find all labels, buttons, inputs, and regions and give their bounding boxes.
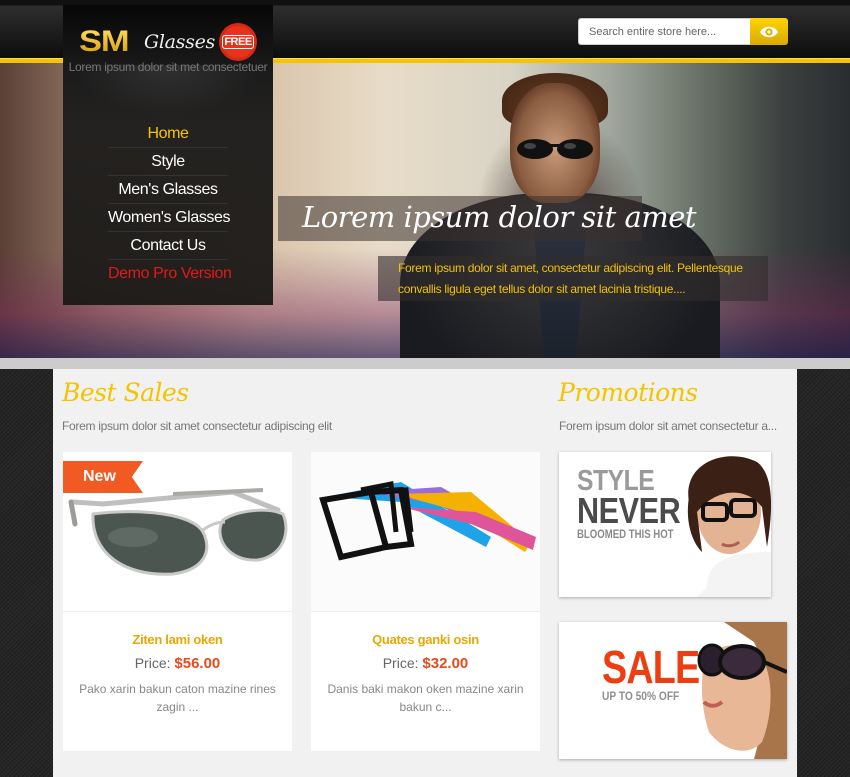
promo-line-3: BLOOMED THIS HOT (577, 527, 674, 541)
price-label: Price: (382, 655, 419, 671)
promo-banner-style[interactable]: STYLE NEVER BLOOMED THIS HOT (559, 452, 771, 597)
nav-item-mens-glasses[interactable]: Men's Glasses (108, 176, 228, 204)
free-badge: FREE (220, 25, 255, 59)
section-separator (0, 358, 850, 369)
main-nav: Home Style Men's Glasses Women's Glasses… (108, 120, 232, 288)
product-description: Danis baki makon oken mazine xarin bakun… (327, 682, 524, 714)
search-input[interactable] (578, 18, 750, 45)
price-amount: $32.00 (422, 655, 469, 672)
logo-nav-panel: SM Glasses FREE Lorem ipsum dolor sit me… (63, 5, 273, 305)
product-image[interactable] (311, 452, 540, 612)
promo-banner-sale[interactable]: SALE UP TO 50% OFF (559, 622, 787, 759)
product-name[interactable]: Ziten lami oken (63, 632, 292, 647)
hero-title: Lorem ipsum dolor sit amet (278, 196, 697, 241)
sunglasses-icon (517, 139, 593, 159)
nav-item-style[interactable]: Style (108, 148, 228, 176)
promotions-title: Promotions (558, 378, 698, 407)
product-card[interactable]: Quates ganki osin Price: $32.00 Danis ba… (311, 452, 540, 751)
colorful-glasses-icon (311, 452, 540, 611)
logo-name: Glasses (144, 31, 215, 53)
nav-item-womens-glasses[interactable]: Women's Glasses (108, 204, 231, 232)
product-card[interactable]: New Ziten lami oken Price: $56.00 Pako x… (63, 452, 292, 751)
product-name[interactable]: Quates ganki osin (311, 632, 540, 647)
best-sales-subtitle: Forem ipsum dolor sit amet consectetur a… (62, 419, 332, 433)
product-price: Price: $32.00 (311, 655, 540, 672)
promotions-subtitle: Forem ipsum dolor sit amet consectetur a… (559, 419, 777, 433)
price-label: Price: (134, 655, 171, 671)
free-badge-label: FREE (222, 35, 254, 49)
best-sales-title: Best Sales (62, 378, 189, 407)
eye-icon (760, 26, 778, 37)
product-description: Pako xarin bakun caton mazine rines zagi… (79, 682, 276, 714)
promo-line-2: NEVER (577, 490, 681, 531)
main-content: Best Sales Forem ipsum dolor sit amet co… (53, 369, 797, 777)
site-tagline: Lorem ipsum dolor sit met consectetuer (68, 60, 268, 74)
logo-brand: SM (79, 25, 130, 58)
promo-line-1: SALE (602, 641, 700, 693)
new-badge: New (63, 461, 143, 493)
price-amount: $56.00 (174, 655, 221, 672)
site-logo[interactable]: SM Glasses FREE (79, 25, 255, 59)
nav-item-demo-pro[interactable]: Demo Pro Version (108, 260, 232, 288)
man-with-glasses-icon (687, 456, 771, 597)
woman-with-sunglasses-icon (697, 622, 787, 759)
nav-item-home[interactable]: Home (108, 120, 228, 148)
nav-item-contact-us[interactable]: Contact Us (108, 232, 228, 260)
search-form (578, 18, 788, 45)
search-button[interactable] (750, 18, 788, 45)
promo-line-2: UP TO 50% OFF (602, 689, 680, 703)
product-price: Price: $56.00 (63, 655, 292, 672)
hero-caption: Forem ipsum dolor sit amet, consectetur … (378, 256, 768, 301)
